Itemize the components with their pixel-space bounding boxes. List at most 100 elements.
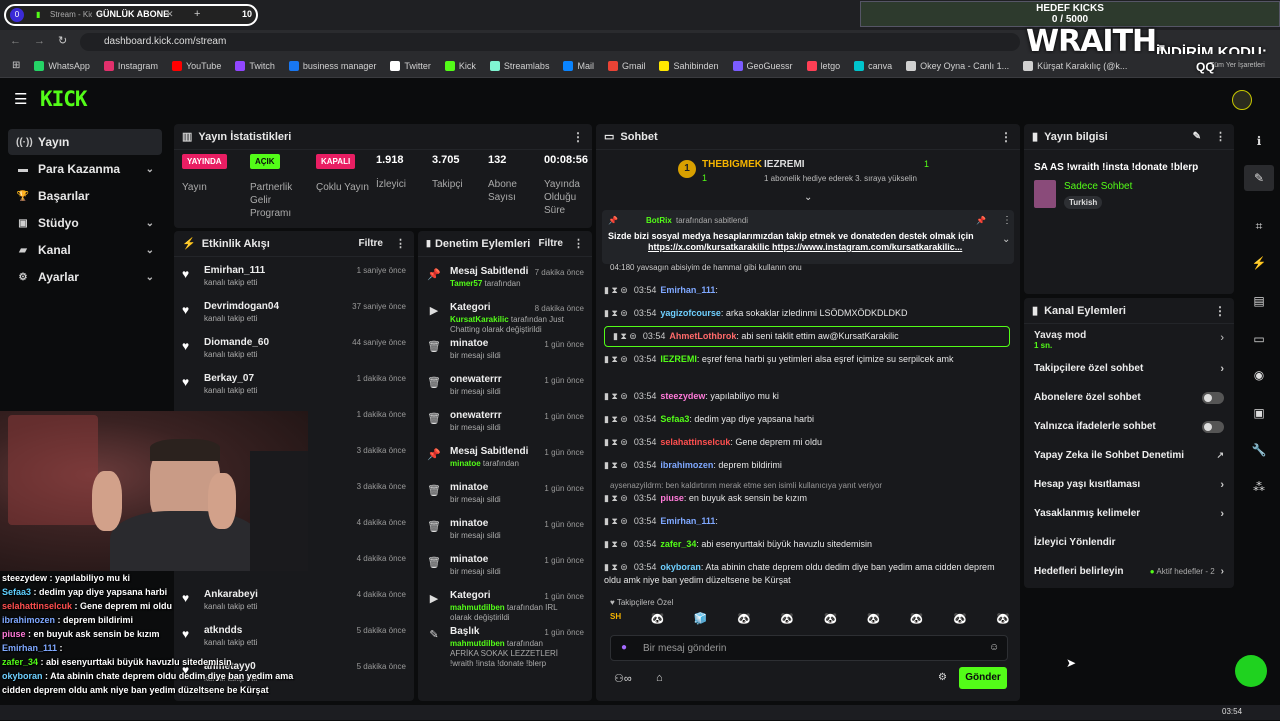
emote-icon[interactable]: 🐼 — [867, 612, 881, 630]
activity-user[interactable]: Diomande_60 — [204, 337, 269, 348]
bookmark-item[interactable]: Instagram — [103, 60, 158, 71]
activity-user[interactable]: Berkay_07 — [204, 373, 257, 384]
chat-username[interactable]: ibrahimozen — [660, 460, 713, 470]
channel-action-row[interactable]: Hesap yaşı kısıtlaması › — [1024, 470, 1234, 499]
sidebar-item-kanal[interactable]: ▰ Kanal ⌄ — [8, 237, 162, 263]
sidebar-item-ayarlar[interactable]: ⚙ Ayarlar ⌄ — [8, 264, 162, 290]
bookmark-item[interactable]: Gmail — [607, 60, 645, 71]
toggle-switch[interactable] — [1202, 420, 1224, 433]
lightning-icon[interactable]: ⚡ — [1244, 250, 1274, 276]
channel-action-row[interactable]: Abonelere özel sohbet — [1024, 383, 1234, 412]
reload-icon[interactable]: ↻ — [58, 34, 67, 47]
bookmark-item[interactable]: business manager — [288, 60, 376, 71]
emote-icon[interactable]: 🐼 — [651, 612, 665, 630]
sidebar-item-başarılar[interactable]: 🏆 Başarılar — [8, 183, 162, 209]
chat-username[interactable]: zafer_34 — [660, 539, 696, 549]
apps-icon[interactable]: ⁂ — [1244, 474, 1274, 500]
more-options-icon[interactable]: ⋮ — [572, 130, 584, 144]
chat-username[interactable]: IEZREMI — [660, 354, 697, 364]
hamburger-menu-icon[interactable]: ☰ — [14, 90, 27, 108]
chat-icon[interactable]: ▭ — [1244, 326, 1274, 352]
mod-tools-icon[interactable]: ▮ ⧗ ⊜ — [613, 331, 637, 341]
set-goals-row[interactable]: Hedefleri belirleyin ● Aktif hedefler - … — [1024, 557, 1234, 586]
apps-grid-icon[interactable]: ⊞ — [12, 60, 20, 71]
edit-layout-icon[interactable]: ✎ — [1244, 165, 1274, 191]
kick-logo[interactable]: KICK — [40, 87, 88, 111]
mod-action-user[interactable]: Tamer57 — [450, 279, 482, 288]
mod-tools-icon[interactable]: ▮ ⧗ ⊜ — [604, 493, 628, 503]
mod-more-icon[interactable]: ⋮ — [573, 237, 584, 250]
emote-icon[interactable]: 🐼 — [823, 612, 837, 630]
bookmark-item[interactable]: Okey Oyna - Canlı 1... — [906, 60, 1009, 71]
emoji-icon[interactable]: ☺ — [989, 642, 999, 653]
channel-action-row[interactable]: Takipçilere özel sohbet › — [1024, 354, 1234, 383]
info-icon[interactable]: ℹ — [1244, 128, 1274, 154]
chat-username[interactable]: okyboran — [660, 562, 701, 572]
mod-tools-icon[interactable]: ▮ ⧗ ⊜ — [604, 308, 628, 318]
store-icon[interactable]: ⌂ — [656, 672, 663, 684]
chat-username[interactable]: AhmetLothbrok — [669, 331, 736, 341]
category-name[interactable]: Sadece Sohbet — [1064, 181, 1132, 192]
emote-icon[interactable]: 🐼 — [737, 612, 751, 630]
bookmark-item[interactable]: canva — [854, 60, 892, 71]
emote-icon[interactable]: 🐼 — [953, 612, 967, 630]
channel-action-row[interactable]: Yalnızca ifadelerle sohbet — [1024, 412, 1234, 441]
emote-icon[interactable]: 🧊 — [694, 612, 708, 630]
stream-info-more-icon[interactable]: ⋮ — [1215, 130, 1226, 143]
document-icon[interactable]: ▤ — [1244, 288, 1274, 314]
activity-user[interactable]: Emirhan_111 — [204, 265, 265, 276]
mod-action-user[interactable]: mahmutdilben — [450, 603, 505, 612]
channel-action-row[interactable]: İzleyici Yönlendir — [1024, 528, 1234, 557]
channel-action-row[interactable]: Yapay Zeka ile Sohbet Denetimi ↗ — [1024, 441, 1234, 470]
mod-tools-icon[interactable]: ▮ ⧗ ⊜ — [604, 460, 628, 470]
chat-username[interactable]: steezydew — [660, 391, 705, 401]
activity-more-icon[interactable]: ⋮ — [395, 237, 406, 250]
mic-icon[interactable]: ● — [621, 642, 627, 653]
browser-tab-title[interactable]: Stream - Kick — [50, 10, 92, 19]
channel-action-row[interactable]: Yasaklanmış kelimeler › — [1024, 499, 1234, 528]
chat-username[interactable]: yagizofcourse — [660, 308, 721, 318]
bookmark-item[interactable]: Twitch — [235, 60, 275, 71]
chat-tools-icon[interactable]: ⚇∞ — [614, 672, 632, 685]
bookmark-item[interactable]: Streamlabs — [489, 60, 549, 71]
chat-username[interactable]: selahattinselcuk — [660, 437, 730, 447]
emote-icon[interactable]: SH — [610, 612, 621, 630]
forward-icon[interactable]: → — [34, 35, 45, 47]
wrench-icon[interactable]: 🔧 — [1244, 437, 1274, 463]
bookmark-item[interactable]: YouTube — [171, 60, 221, 71]
mod-action-user[interactable]: minatoe — [450, 459, 481, 468]
chat-input-box[interactable]: ● Bir mesaj gönderin ☺ — [610, 635, 1008, 661]
edit-icon[interactable]: ✎ — [1193, 131, 1201, 142]
bookmark-item[interactable]: GeoGuessr — [732, 60, 793, 71]
sidebar-item-stüdyo[interactable]: ▣ Stüdyo ⌄ — [8, 210, 162, 236]
activity-filter-button[interactable]: Filtre — [359, 238, 383, 249]
bookmark-item[interactable]: Kick — [444, 60, 476, 71]
slow-mode-row[interactable]: Yavaş mod 1 sn. › — [1024, 324, 1234, 354]
bookmark-item[interactable]: letgo — [806, 60, 840, 71]
mod-filter-button[interactable]: Filtre — [539, 238, 563, 249]
close-tab-icon[interactable]: ✕ — [166, 9, 174, 20]
chat-username[interactable]: Sefaa3 — [660, 414, 689, 424]
chat-username[interactable]: Emirhan_111 — [660, 285, 715, 295]
new-tab-icon[interactable]: + — [194, 8, 200, 20]
mod-tools-icon[interactable]: ▮ ⧗ ⊜ — [604, 516, 628, 526]
chat-settings-icon[interactable]: ⚙ — [938, 672, 947, 683]
sidebar-item-para-kazanma[interactable]: ▬ Para Kazanma ⌄ — [8, 156, 162, 182]
send-button[interactable]: Gönder — [959, 667, 1007, 689]
bookmark-item[interactable]: Sahibinden — [659, 60, 719, 71]
emote-icon[interactable]: 🐼 — [996, 612, 1010, 630]
mod-tools-icon[interactable]: ▮ ⧗ ⊜ — [604, 539, 628, 549]
activity-user[interactable]: Devrimdogan04 — [204, 301, 279, 312]
bookmark-item[interactable]: Mail — [563, 60, 594, 71]
emote-icon[interactable]: 🐼 — [910, 612, 924, 630]
mod-tools-icon[interactable]: ▮ ⧗ ⊜ — [604, 354, 628, 364]
bookmark-item[interactable]: Kürşat Karakılıç (@k... — [1023, 60, 1127, 71]
mod-action-user[interactable]: mahmutdilben — [450, 639, 505, 648]
mod-tools-icon[interactable]: ▮ ⧗ ⊜ — [604, 391, 628, 401]
mod-tools-icon[interactable]: ▮ ⧗ ⊜ — [604, 414, 628, 424]
mod-tools-icon[interactable]: ▮ ⧗ ⊜ — [604, 437, 628, 447]
mod-tools-icon[interactable]: ▮ ⧗ ⊜ — [604, 285, 628, 295]
sidebar-item-yayın[interactable]: ((·)) Yayın — [8, 129, 162, 155]
mod-action-user[interactable]: KursatKarakilic — [450, 315, 509, 324]
bookmark-item[interactable]: Twitter — [390, 60, 431, 71]
